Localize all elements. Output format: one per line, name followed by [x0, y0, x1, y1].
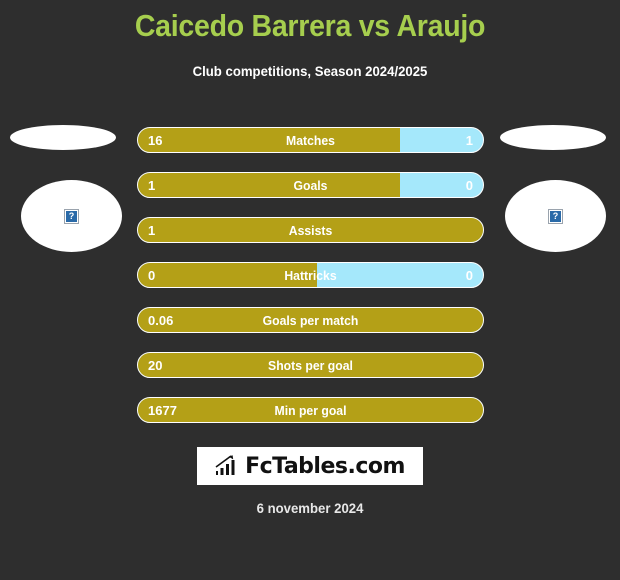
stat-away-value: 1	[465, 133, 473, 148]
player-left: ?	[8, 118, 128, 263]
bar-chart-growth-icon	[215, 455, 235, 475]
flag-icon	[500, 125, 606, 150]
stat-row: 1677 Min per goal	[137, 397, 484, 423]
stat-label: Matches	[286, 133, 335, 148]
stat-label: Assists	[288, 223, 333, 238]
stat-row: 16 Matches 1	[137, 127, 484, 153]
stat-row: 0 Hattricks 0	[137, 262, 484, 288]
stat-row: 1 Goals 0	[137, 172, 484, 198]
stat-bars-list: 16 Matches 1 1 Goals 0 1 Assists 0 Hattricks 0 0.06…	[137, 127, 484, 442]
stat-label: Min per goal	[274, 403, 347, 418]
avatar: ?	[505, 180, 606, 252]
date-label: 6 november 2024	[256, 500, 364, 516]
player-right: ?	[492, 118, 612, 263]
page-subtitle: Club competitions, Season 2024/2025	[192, 63, 428, 79]
broken-image-glyph: ?	[550, 210, 561, 222]
avatar: ?	[21, 180, 122, 252]
stat-label: Shots per goal	[268, 358, 353, 373]
stat-row: 0.06 Goals per match	[137, 307, 484, 333]
fctables-logo[interactable]: FcTables.com	[197, 447, 423, 485]
stat-row: 20 Shots per goal	[137, 352, 484, 378]
stat-row: 1 Assists	[137, 217, 484, 243]
stat-label: Goals per match	[262, 313, 359, 328]
stat-label: Goals	[293, 178, 328, 193]
broken-image-icon: ?	[64, 208, 79, 224]
logo-text: FcTables.com	[245, 453, 405, 479]
stat-away-value: 0	[465, 268, 473, 283]
page-title: Caicedo Barrera vs Araujo	[134, 8, 486, 43]
stat-comparison-card: Caicedo Barrera vs Araujo Club competiti…	[0, 0, 620, 580]
stat-away-value: 0	[465, 178, 473, 193]
broken-image-icon: ?	[548, 208, 563, 224]
flag-icon	[10, 125, 116, 150]
stat-label: Hattricks	[284, 268, 337, 283]
broken-image-glyph: ?	[66, 210, 77, 222]
